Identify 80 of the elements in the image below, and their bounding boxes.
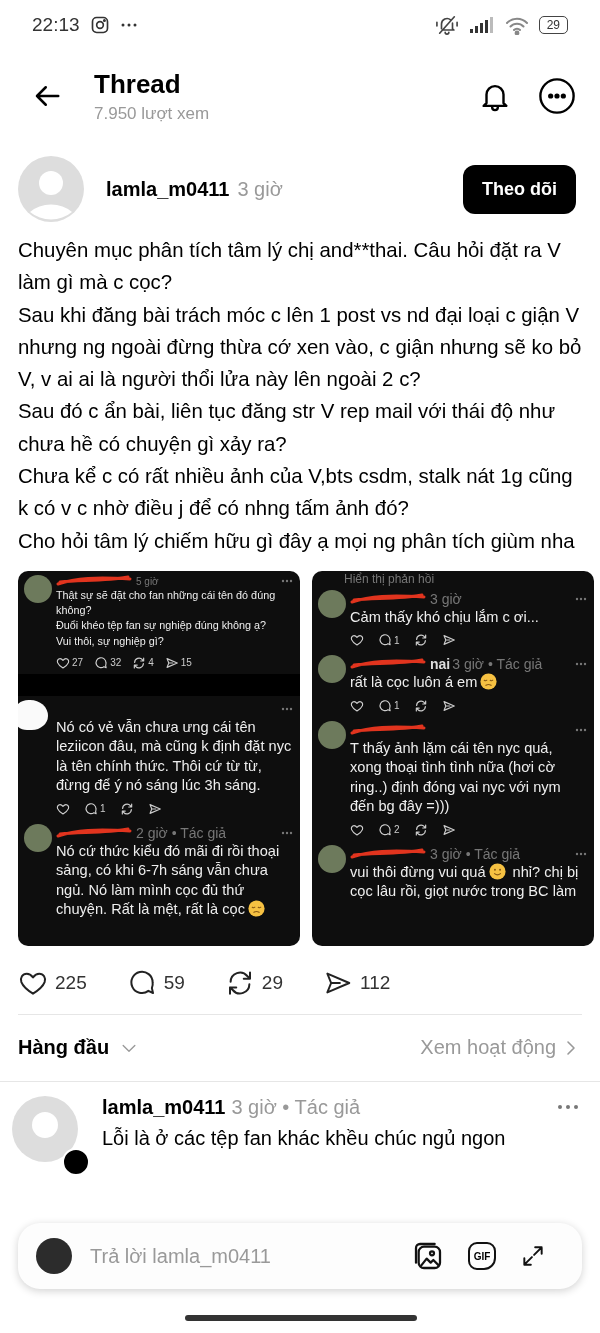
avatar (318, 655, 346, 684)
comment-text: rất là cọc luôn á em (350, 673, 588, 693)
heart-icon[interactable] (350, 698, 364, 713)
comment-text: Nó cứ thức kiểu đó mãi đi rồi thoại sảng, có khi 6-7h sáng vẫn chưa ngủ. Nó làm mình cọc đủ thứ chuyện. Rất là mệt, rất là cọc (56, 841, 281, 920)
more-icon[interactable] (538, 77, 576, 115)
avatar (318, 589, 346, 618)
count: 4 (148, 657, 154, 669)
comment-author[interactable]: lamla_m0411 (102, 1095, 226, 1119)
heart-icon[interactable] (350, 633, 364, 648)
repost-count: 29 (261, 971, 283, 994)
repost-icon[interactable] (413, 633, 428, 648)
follow-button[interactable]: Theo dõi (463, 164, 576, 214)
avatar (318, 720, 346, 749)
comment-text: vui thôi đừng vui quá nhỉ? chị bị cọc lâu rồi, giọt nước trong BC làm (350, 862, 580, 902)
image-icon[interactable] (412, 1240, 444, 1272)
like-count: 225 (55, 971, 87, 994)
share-count: 112 (360, 971, 391, 994)
count: 1 (100, 803, 106, 815)
clock: 22:13 (32, 14, 80, 36)
screenshot-image[interactable] (312, 570, 594, 946)
repost-icon[interactable] (413, 698, 428, 713)
chevron-right-icon (564, 1038, 578, 1057)
heart-icon[interactable] (56, 655, 70, 670)
ellipsis-icon (119, 22, 138, 28)
comment-icon[interactable] (94, 655, 109, 670)
avatar (318, 844, 346, 873)
share-icon[interactable] (441, 822, 456, 837)
camera-app-icon (89, 15, 110, 35)
follow-badge[interactable] (62, 1147, 90, 1176)
count: 32 (110, 657, 122, 669)
author-name[interactable]: lamla_m0411 (106, 177, 230, 200)
share-icon[interactable] (147, 801, 162, 816)
battery-level: 29 (538, 16, 568, 34)
comment-icon[interactable] (378, 822, 392, 837)
comment-text: Cảm thấy khó chịu lắm c ơi... (350, 607, 540, 627)
sort-dropdown[interactable]: Hàng đầu (18, 1036, 140, 1060)
comment-icon[interactable] (378, 698, 392, 713)
count: 1 (394, 700, 400, 712)
count: 15 (180, 657, 192, 669)
reply-count: 59 (163, 971, 185, 994)
signal-icon (468, 16, 495, 34)
comment-meta: 5 giờ (136, 575, 159, 587)
mute-icon (434, 14, 459, 36)
view-count: 7.950 lượt xem (94, 103, 210, 124)
repost-icon[interactable] (413, 822, 428, 837)
comment-meta: 2 giờ • Tác giả (136, 824, 227, 841)
screenshot-image[interactable] (18, 570, 300, 946)
share-icon[interactable] (164, 655, 179, 670)
count: 2 (394, 824, 400, 836)
gif-button[interactable]: GIF (468, 1242, 496, 1270)
comment-icon[interactable] (84, 801, 98, 816)
post-time: 3 giờ (237, 177, 283, 200)
comment-meta: 3 giờ • Tác giả (231, 1095, 361, 1119)
comment-meta: 3 giờ (430, 590, 462, 607)
wifi-icon (504, 15, 529, 35)
share-icon[interactable] (441, 698, 456, 713)
count: 1 (394, 634, 400, 646)
comment-meta: 3 giờ • Tác giả (452, 656, 543, 673)
user-avatar (36, 1238, 72, 1274)
count: 27 (72, 657, 84, 669)
expand-icon[interactable] (520, 1243, 546, 1269)
repost-icon[interactable] (119, 801, 134, 816)
comment-text: Nó có vẻ vẫn chưa ưng cái tên leziicon đâu, mà cũng k định đặt nyc là tên chính thức. Thôi cứ từ từ, đừng để ý nó sáng lúc 3h sáng. (56, 717, 293, 796)
avatar (24, 574, 52, 603)
comment-text: Thật sự sẽ đặt cho fan những cái tên đó đúng không? Đuổi khéo tệp fan sự nghiệp đúng không ạ? Vui thôi, sự nghiệp gì? (56, 587, 277, 649)
avatar-icon[interactable] (12, 1095, 78, 1162)
comment-text: Lỗi là ở các tệp fan khác khều chúc ngủ ngon (102, 1126, 507, 1150)
comment-text: T thấy ảnh lặm cái tên nyc quá, xong thoại tình tình nữa (hơi cờ ring..) định đóng vai nyc với nym đến bg đây =))) (350, 738, 562, 817)
comment-icon[interactable] (378, 633, 392, 648)
heart-icon[interactable] (350, 822, 364, 837)
comment-meta: 3 giờ • Tác giả (430, 845, 521, 862)
reply-field[interactable]: Trả lời lamla_m0411 GIF (18, 1223, 582, 1289)
page-title: Thread (94, 68, 181, 100)
username[interactable]: nai (430, 656, 451, 673)
repost-icon[interactable] (132, 655, 147, 670)
show-replies-link[interactable]: Hiển thị phản hồi (312, 570, 435, 586)
share-icon[interactable] (441, 633, 456, 648)
heart-icon[interactable] (56, 801, 70, 816)
avatar (24, 823, 52, 852)
post-text: Chuyên mục phân tích tâm lý chị and**thai. Câu hỏi đặt ra V làm gì mà c cọc? Sau khi đăng bài trách móc c lên 1 post vs nd đại loại c giận V nhưng ng ngoài đừng thừa cớ xen vào, c giận nhưng sẽ ko bỏ V, v ai ai là người thổi lửa này lên ngoài 2 c? Sau đó c ẩn bài, liên tục đăng str V rep mail với thái độ như chưa hề có chuyện gì xảy ra? Chưa kể c có rất nhiều ảnh của V,bts csdm, stalk nát 1g cũng k có v c nhờ điều j để có nhng tấm ảnh đó? Cho hỏi tâm lý chiếm hữu gì đây ạ mọi ng phân tích giùm nha (17, 238, 583, 554)
